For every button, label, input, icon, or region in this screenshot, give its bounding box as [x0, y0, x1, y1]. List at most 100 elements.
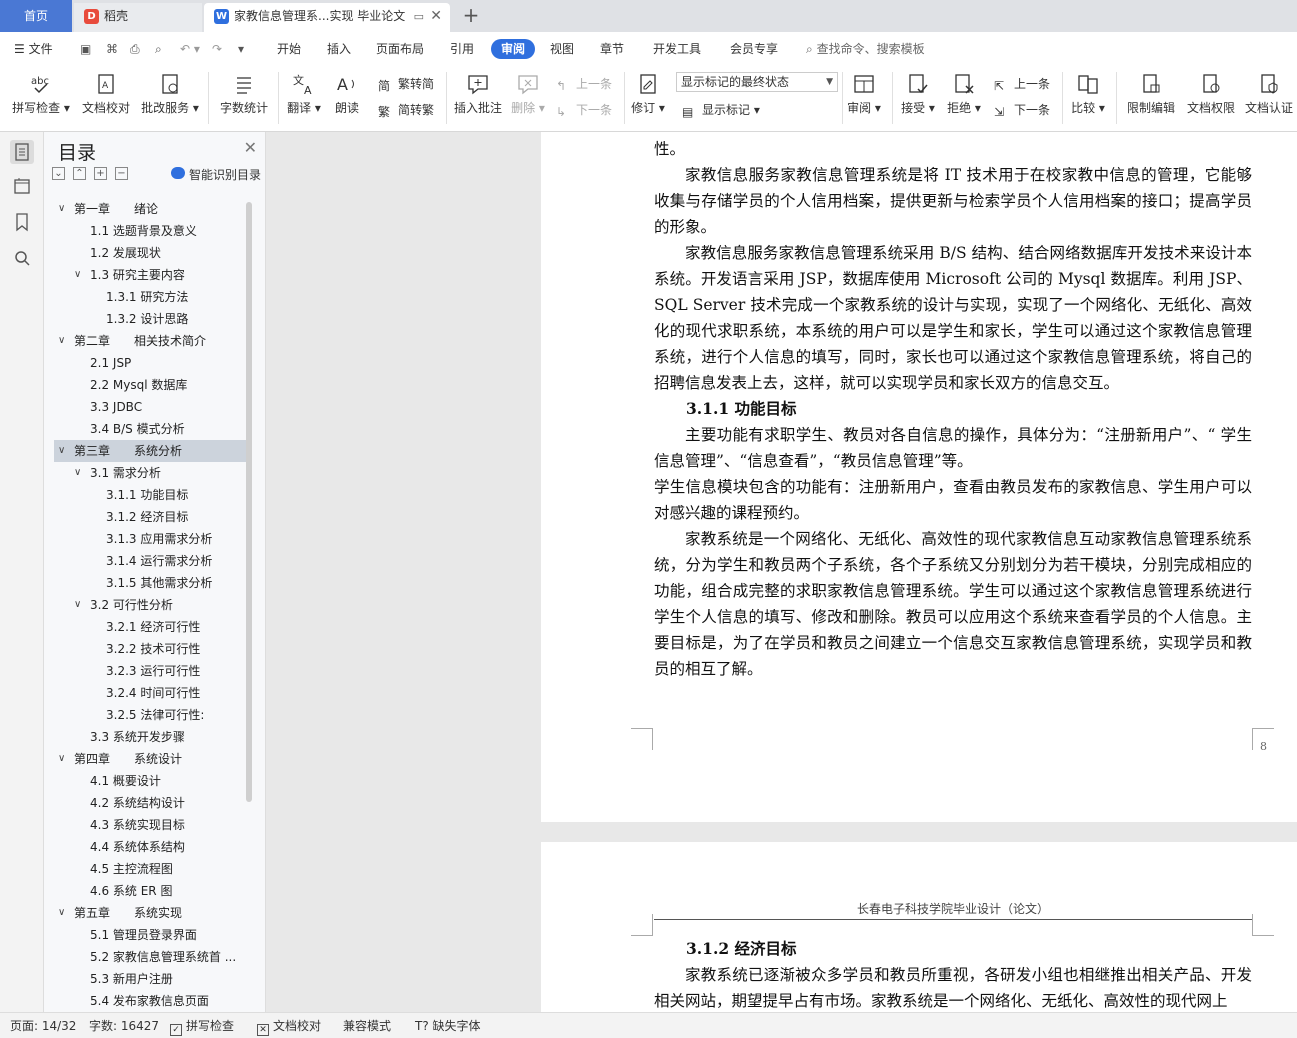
toc-item[interactable]: 2.1 JSP: [54, 352, 246, 374]
translate-button[interactable]: 文A 翻译 ▾: [284, 72, 324, 116]
delete-comment-button[interactable]: 删除 ▾: [510, 72, 546, 116]
track-changes-button[interactable]: 修订 ▾: [630, 72, 666, 116]
chevron-down-icon[interactable]: ∨: [58, 902, 70, 924]
toc-scrollbar[interactable]: [246, 202, 252, 802]
toc-item[interactable]: ∨ 第二章 相关技术简介: [54, 330, 246, 352]
compare-button[interactable]: 比较 ▾: [1068, 72, 1108, 116]
bookmark-icon[interactable]: [10, 210, 34, 234]
redo-icon[interactable]: ↷: [212, 39, 222, 59]
toc-item[interactable]: 3.2.1 经济可行性: [54, 616, 246, 638]
chevron-down-icon[interactable]: ∨: [58, 748, 70, 770]
chevron-down-icon[interactable]: ∨: [58, 440, 70, 462]
prev-change-button[interactable]: ⇱ 上一条: [994, 74, 1050, 94]
save-icon[interactable]: ▣: [80, 39, 91, 59]
toc-item[interactable]: 3.3 系统开发步骤: [54, 726, 246, 748]
menu-member[interactable]: 会员专享: [730, 39, 778, 59]
close-tab-icon[interactable]: ✕: [430, 3, 442, 30]
window-icon[interactable]: ▭: [414, 3, 424, 30]
toc-item[interactable]: ∨ 第一章 绪论: [54, 198, 246, 220]
toc-item[interactable]: 3.4 B/S 模式分析: [54, 418, 246, 440]
format-painter-icon[interactable]: ⌘: [106, 39, 118, 59]
toc-item[interactable]: 4.3 系统实现目标: [54, 814, 246, 836]
document-certify-button[interactable]: 文档认证: [1242, 72, 1296, 116]
word-count-button[interactable]: 字数统计: [216, 72, 272, 116]
toc-item[interactable]: 5.1 管理员登录界面: [54, 924, 246, 946]
proofread-button[interactable]: A 文档校对: [80, 72, 132, 116]
markup-state-select[interactable]: 显示标记的最终状态 ▼: [676, 72, 838, 92]
print-icon[interactable]: ⎙: [130, 39, 140, 59]
toc-item[interactable]: 3.1.3 应用需求分析: [54, 528, 246, 550]
toc-item[interactable]: 3.1.4 运行需求分析: [54, 550, 246, 572]
document-rights-button[interactable]: 文档权限: [1184, 72, 1238, 116]
print-preview-icon[interactable]: ⌕: [155, 39, 162, 59]
remove-heading-icon[interactable]: −: [115, 167, 128, 180]
toc-item[interactable]: 5.4 发布家教信息页面: [54, 990, 246, 1008]
toc-item[interactable]: ∨ 第五章 系统实现: [54, 902, 246, 924]
toc-item[interactable]: ∨ 第四章 系统设计: [54, 748, 246, 770]
chevron-down-icon[interactable]: ∨: [58, 198, 70, 220]
expand-all-icon[interactable]: ⌄: [52, 167, 65, 180]
toc-item[interactable]: 2.2 Mysql 数据库: [54, 374, 246, 396]
file-menu[interactable]: ☰ 文件: [14, 39, 53, 59]
toc-item[interactable]: 1.3.2 设计思路: [54, 308, 246, 330]
toc-item[interactable]: 4.5 主控流程图: [54, 858, 246, 880]
accept-button[interactable]: 接受 ▾: [898, 72, 938, 116]
tab-document[interactable]: W 家教信息管理系...实现 毕业论文 ▭ ✕: [204, 3, 450, 32]
toc-item[interactable]: 3.1.2 经济目标: [54, 506, 246, 528]
toc-item[interactable]: 3.2.3 运行可行性: [54, 660, 246, 682]
toc-item[interactable]: 1.2 发展现状: [54, 242, 246, 264]
undo-icon[interactable]: ↶ ▾: [180, 39, 200, 59]
missing-font-button[interactable]: T? 缺失字体: [415, 1018, 481, 1034]
toc-icon[interactable]: [10, 140, 34, 164]
spell-check-button[interactable]: abc 拼写检查 ▾: [10, 72, 72, 116]
restrict-editing-button[interactable]: 限制编辑: [1122, 72, 1180, 116]
trad-to-simp-button[interactable]: 简繁转简: [378, 74, 434, 94]
more-icon[interactable]: ▾: [238, 39, 244, 59]
search-icon[interactable]: [10, 246, 34, 270]
toc-item[interactable]: 3.1.1 功能目标: [54, 484, 246, 506]
menu-chapter[interactable]: 章节: [600, 39, 624, 59]
toc-item[interactable]: 3.2.5 法律可行性:: [54, 704, 246, 726]
menu-page-layout[interactable]: 页面布局: [376, 39, 424, 59]
simp-to-trad-button[interactable]: 繁简转繁: [378, 100, 434, 120]
toc-item[interactable]: 4.4 系统体系结构: [54, 836, 246, 858]
add-heading-icon[interactable]: +: [94, 167, 107, 180]
next-comment-button[interactable]: ↳ 下一条: [556, 100, 612, 120]
smart-toc-button[interactable]: 智能识别目录: [170, 166, 261, 183]
new-tab-button[interactable]: +: [460, 3, 482, 29]
toc-item[interactable]: 5.2 家教信息管理系统首 ...: [54, 946, 246, 968]
insert-comment-button[interactable]: 插入批注: [452, 72, 504, 116]
spell-check-toggle[interactable]: ✓ 拼写检查: [170, 1018, 234, 1036]
toc-item[interactable]: ∨ 3.2 可行性分析: [54, 594, 246, 616]
chevron-down-icon[interactable]: ∨: [74, 594, 86, 616]
chevron-down-icon[interactable]: ∨: [58, 330, 70, 352]
toc-item[interactable]: 5.3 新用户注册: [54, 968, 246, 990]
read-aloud-button[interactable]: A 朗读: [330, 72, 364, 116]
toc-item[interactable]: 1.3.1 研究方法: [54, 286, 246, 308]
next-change-button[interactable]: ⇲ 下一条: [994, 100, 1050, 120]
page-indicator[interactable]: 页面: 14/32: [10, 1018, 76, 1034]
correction-service-button[interactable]: 批改服务 ▾: [140, 72, 200, 116]
toc-item[interactable]: 3.1.5 其他需求分析: [54, 572, 246, 594]
tab-home[interactable]: 首页: [0, 0, 72, 32]
tab-docer[interactable]: D 稻壳: [74, 3, 202, 32]
toc-item[interactable]: ∨ 1.3 研究主要内容: [54, 264, 246, 286]
page-body[interactable]: 性。 家教信息服务家教信息管理系统是将 IT 技术用于在校家教中信息的管理，它能够…: [654, 136, 1252, 682]
chevron-down-icon[interactable]: ∨: [74, 264, 86, 286]
show-markup-button[interactable]: ▤ 显示标记 ▾: [682, 100, 760, 120]
compat-mode[interactable]: 兼容模式: [343, 1018, 391, 1034]
menu-insert[interactable]: 插入: [327, 39, 351, 59]
word-count-indicator[interactable]: 字数: 16427: [89, 1018, 159, 1034]
prev-comment-button[interactable]: ↰ 上一条: [556, 74, 612, 94]
close-icon[interactable]: ✕: [244, 138, 257, 157]
toc-item[interactable]: 4.2 系统结构设计: [54, 792, 246, 814]
toc-item[interactable]: 4.1 概要设计: [54, 770, 246, 792]
command-search[interactable]: ⌕ 查找命令、搜索模板: [806, 39, 925, 59]
reject-button[interactable]: 拒绝 ▾: [944, 72, 984, 116]
proofread-toggle[interactable]: ✕ 文档校对: [257, 1018, 321, 1036]
menu-review[interactable]: 审阅: [491, 39, 536, 59]
toc-item[interactable]: 3.3 JDBC: [54, 396, 246, 418]
review-pane-button[interactable]: 审阅 ▾: [846, 72, 882, 116]
menu-start[interactable]: 开始: [277, 39, 301, 59]
toc-item[interactable]: ∨ 第三章 系统分析: [54, 440, 246, 462]
